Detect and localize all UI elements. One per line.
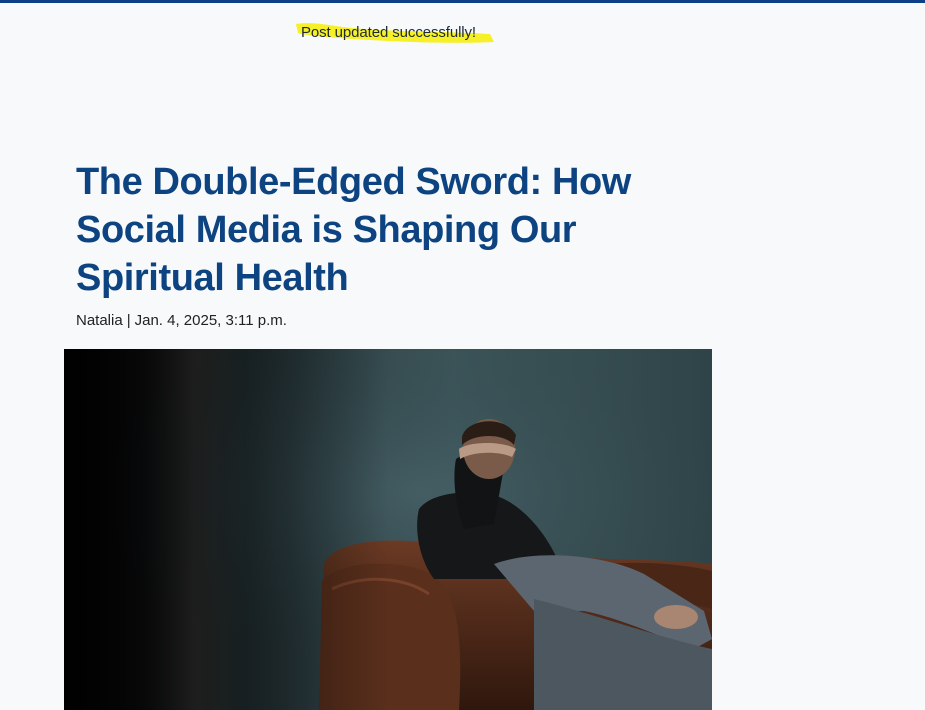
flash-message: Post updated successfully! (292, 18, 498, 48)
hero-image (64, 349, 712, 710)
post-meta: Natalia | Jan. 4, 2025, 3:11 p.m. (76, 312, 287, 329)
top-accent-bar (0, 0, 925, 3)
meta-separator: | (126, 312, 131, 329)
flash-message-text: Post updated successfully! (301, 24, 476, 41)
post-date: Jan. 4, 2025, 3:11 p.m. (134, 312, 287, 329)
hero-photo (64, 349, 712, 710)
post-author: Natalia (76, 312, 123, 329)
post-title: The Double-Edged Sword: How Social Media… (76, 161, 631, 299)
